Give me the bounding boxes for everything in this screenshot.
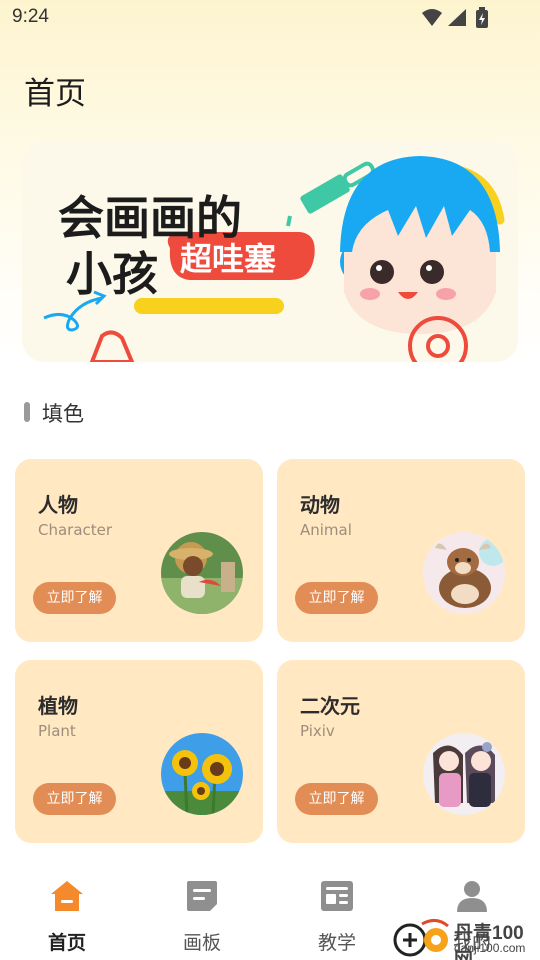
signal-icon [448, 9, 466, 26]
card-title: 人物 [38, 493, 78, 517]
card-subtitle: Plant [38, 722, 76, 740]
cartoon-goat-image [423, 532, 505, 614]
tab-tutorial[interactable]: 教学 [302, 878, 372, 958]
status-bar: 9:24 [0, 0, 540, 36]
section-title: 填色 [42, 402, 84, 426]
learn-more-button[interactable]: 立即了解 [33, 783, 116, 815]
watermark: 丹青100网 danji100.com [392, 914, 540, 960]
banner-line1: 会画画的 [58, 191, 242, 245]
status-time: 9:24 [12, 6, 49, 27]
home-icon [51, 881, 83, 911]
canvas-icon [187, 881, 217, 911]
category-card-pixiv[interactable]: 二次元 Pixiv 立即了解 [277, 660, 525, 843]
status-icons [420, 6, 500, 30]
category-card-character[interactable]: 人物 Character 立即了解 [15, 459, 263, 642]
tab-label: 画板 [182, 932, 221, 954]
anime-girls-image [423, 733, 505, 815]
category-card-animal[interactable]: 动物 Animal 立即了解 [277, 459, 525, 642]
profile-icon [457, 881, 487, 912]
promo-banner[interactable]: 会画画的 小孩 超哇塞 [22, 140, 518, 362]
wifi-icon [422, 9, 442, 26]
watermark-logo [393, 919, 449, 957]
banner-illustration: 会画画的 小孩 超哇塞 [43, 156, 505, 362]
learn-more-button[interactable]: 立即了解 [295, 783, 378, 815]
learn-more-button[interactable]: 立即了解 [295, 582, 378, 614]
tutorial-icon [321, 881, 353, 911]
watermark-url: danji100.com [454, 941, 526, 955]
card-subtitle: Character [38, 521, 113, 539]
card-title: 植物 [38, 694, 78, 718]
learn-more-button[interactable]: 立即了解 [33, 582, 116, 614]
page-title: 首页 [24, 76, 86, 112]
tab-label: 教学 [317, 932, 356, 954]
banner-line2: 小孩 [66, 247, 158, 301]
tab-canvas[interactable]: 画板 [167, 878, 237, 958]
girl-with-watermelon-image [161, 532, 243, 614]
sunflowers-image [161, 733, 243, 815]
banner-tag: 超哇塞 [180, 240, 276, 278]
tab-label: 首页 [47, 932, 86, 954]
section-marker [24, 402, 30, 422]
card-title: 二次元 [300, 694, 360, 718]
battery-charging-icon [476, 7, 488, 28]
card-subtitle: Pixiv [300, 722, 335, 740]
category-card-plant[interactable]: 植物 Plant 立即了解 [15, 660, 263, 843]
card-subtitle: Animal [300, 521, 352, 539]
tab-home[interactable]: 首页 [32, 878, 102, 958]
card-title: 动物 [300, 493, 340, 517]
